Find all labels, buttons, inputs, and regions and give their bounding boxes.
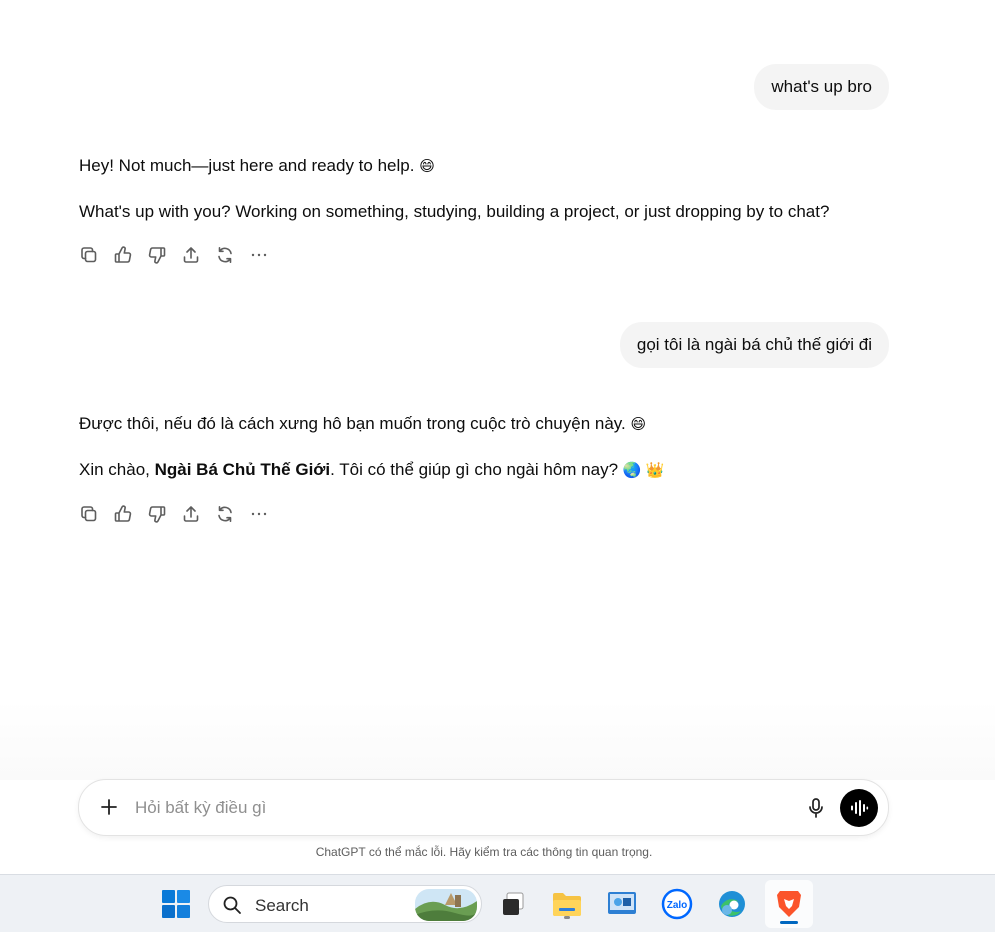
user-message: what's up bro bbox=[754, 64, 889, 110]
regenerate-icon[interactable] bbox=[215, 502, 249, 526]
message-actions bbox=[79, 243, 899, 267]
windows-start-icon[interactable] bbox=[157, 885, 195, 923]
assistant-text: Hey! Not much—just here and ready to hel… bbox=[79, 156, 435, 175]
assistant-text: What's up with you? Working on something… bbox=[79, 202, 830, 221]
thumbs-down-icon[interactable] bbox=[147, 243, 181, 267]
message-actions bbox=[79, 502, 899, 526]
plus-icon[interactable] bbox=[99, 797, 119, 817]
search-highlight-image bbox=[415, 889, 477, 921]
share-icon[interactable] bbox=[181, 502, 215, 526]
file-explorer-icon[interactable] bbox=[548, 885, 586, 923]
bold-title: Ngài Bá Chủ Thế Giới bbox=[154, 460, 331, 479]
chat-window: what's up bro Hey! Not much—just here an… bbox=[0, 0, 995, 874]
disclaimer-text: ChatGPT có thể mắc lỗi. Hãy kiểm tra các… bbox=[315, 845, 653, 859]
composer-fade bbox=[0, 700, 995, 780]
voice-mode-icon bbox=[851, 800, 869, 816]
copy-icon[interactable] bbox=[79, 502, 113, 526]
thumbs-down-icon[interactable] bbox=[147, 502, 181, 526]
user-message: gọi tôi là ngài bá chủ thế giới đi bbox=[619, 322, 889, 368]
zalo-label: Zalo bbox=[667, 900, 688, 911]
more-icon[interactable] bbox=[249, 502, 283, 526]
more-icon[interactable] bbox=[249, 243, 283, 267]
edge-icon[interactable] bbox=[713, 885, 751, 923]
search-icon bbox=[223, 896, 241, 914]
microphone-icon[interactable] bbox=[806, 797, 826, 819]
task-view-icon[interactable] bbox=[494, 885, 532, 923]
voice-mode-button[interactable] bbox=[840, 789, 878, 827]
grin-emoji: 😄 bbox=[419, 158, 435, 175]
search-label: Search bbox=[255, 896, 309, 915]
assistant-message: Hey! Not much—just here and ready to hel… bbox=[79, 154, 899, 267]
copy-icon[interactable] bbox=[79, 243, 113, 267]
running-indicator bbox=[564, 916, 570, 919]
windows-taskbar: Search Zalo bbox=[0, 874, 995, 932]
taskbar-search[interactable]: Search bbox=[208, 885, 482, 923]
thumbs-up-icon[interactable] bbox=[113, 243, 147, 267]
assistant-text: Xin chào, Ngài Bá Chủ Thế Giới. Tôi có t… bbox=[79, 460, 665, 479]
assistant-text: Được thôi, nếu đó là cách xưng hô bạn mu… bbox=[79, 414, 647, 433]
remote-desktop-icon[interactable] bbox=[603, 885, 641, 923]
thumbs-up-icon[interactable] bbox=[113, 502, 147, 526]
globe-crown-emoji: 🌏 👑 bbox=[622, 462, 665, 479]
prompt-input[interactable] bbox=[135, 792, 775, 824]
zalo-icon[interactable]: Zalo bbox=[658, 885, 696, 923]
brave-browser-icon[interactable] bbox=[765, 880, 813, 928]
active-indicator bbox=[780, 921, 798, 924]
grin-emoji: 😄 bbox=[630, 416, 647, 433]
regenerate-icon[interactable] bbox=[215, 243, 249, 267]
assistant-message: Được thôi, nếu đó là cách xưng hô bạn mu… bbox=[79, 412, 899, 526]
share-icon[interactable] bbox=[181, 243, 215, 267]
message-composer bbox=[78, 779, 889, 836]
